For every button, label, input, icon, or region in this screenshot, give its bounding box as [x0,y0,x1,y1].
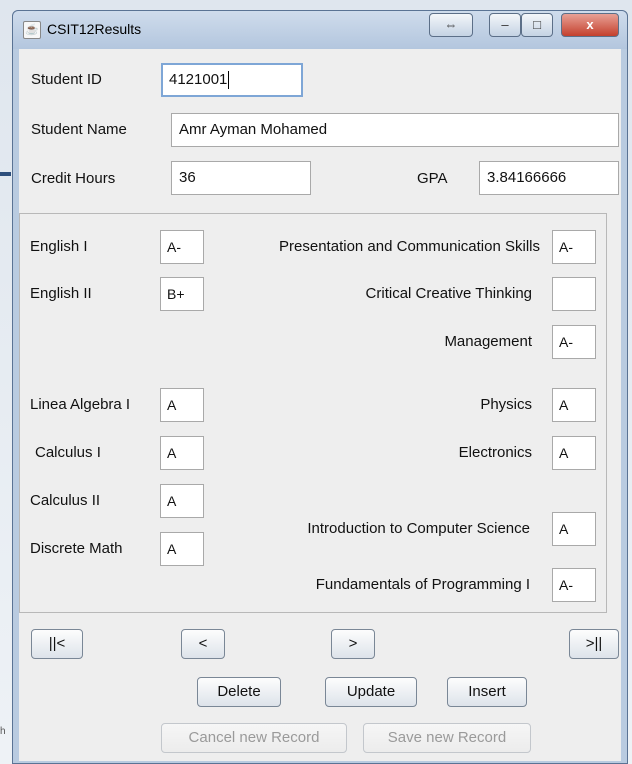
text-caret [228,71,230,90]
course-label: Calculus II [30,492,101,509]
grade-input[interactable]: A [552,388,596,422]
course-label: Discrete Math [30,540,123,557]
save-new-record-button[interactable]: Save new Record [363,723,531,753]
gpa-input[interactable]: 3.84166666 [479,161,619,195]
course-label: Linea Algebra I [30,396,131,413]
close-button[interactable]: x [561,13,619,37]
background-text: h [0,726,6,737]
background-decoration [0,172,11,176]
course-label: Presentation and Communication Skills [279,238,540,255]
grade-input[interactable]: A [160,484,204,518]
grade-input[interactable] [552,277,596,311]
java-app-icon: ☕ [23,21,41,39]
course-label: Physics [480,396,532,413]
grade-input[interactable]: A [160,436,204,470]
student-name-input[interactable]: Amr Ayman Mohamed [171,113,619,147]
resize-button[interactable]: ⇔ [429,13,473,37]
course-label: Critical Creative Thinking [365,285,532,302]
grade-input[interactable]: A [160,388,204,422]
courses-panel: English I A- English II B+ Linea Algebra… [19,213,607,613]
course-label: Calculus I [35,444,101,461]
student-id-input[interactable]: 4121001 [161,63,303,97]
next-record-button[interactable]: > [331,629,375,659]
last-record-button[interactable]: >|| [569,629,619,659]
student-id-label: Student ID [31,71,102,88]
insert-button[interactable]: Insert [447,677,527,707]
title-bar[interactable]: ☕ CSIT12Results ⇔ – □ x [13,11,627,49]
window-title: CSIT12Results [47,21,142,37]
update-button[interactable]: Update [325,677,417,707]
grade-input[interactable]: A- [552,568,596,602]
previous-record-button[interactable]: < [181,629,225,659]
delete-button[interactable]: Delete [197,677,281,707]
course-label: Electronics [458,444,532,461]
grade-input[interactable]: A [160,532,204,566]
grade-input[interactable]: A- [160,230,204,264]
course-label: Management [444,333,532,350]
course-label: English I [30,238,88,255]
credit-hours-input[interactable]: 36 [171,161,311,195]
grade-input[interactable]: A [552,436,596,470]
grade-input[interactable]: B+ [160,277,204,311]
course-label: Fundamentals of Programming I [315,576,530,593]
credit-hours-label: Credit Hours [31,170,116,187]
minimize-button[interactable]: – [489,13,521,37]
first-record-button[interactable]: ||< [31,629,83,659]
grade-input[interactable]: A- [552,230,596,264]
grade-input[interactable]: A- [552,325,596,359]
course-label: Introduction to Computer Science [307,520,530,537]
gpa-label: GPA [417,170,448,187]
maximize-button[interactable]: □ [521,13,553,37]
student-name-label: Student Name [31,121,127,138]
app-window: ☕ CSIT12Results ⇔ – □ x Student ID 41210… [12,10,628,764]
grade-input[interactable]: A [552,512,596,546]
form-content: Student ID 4121001 Student Name Amr Ayma… [19,49,621,761]
cancel-new-record-button[interactable]: Cancel new Record [161,723,347,753]
course-label: English II [30,285,92,302]
